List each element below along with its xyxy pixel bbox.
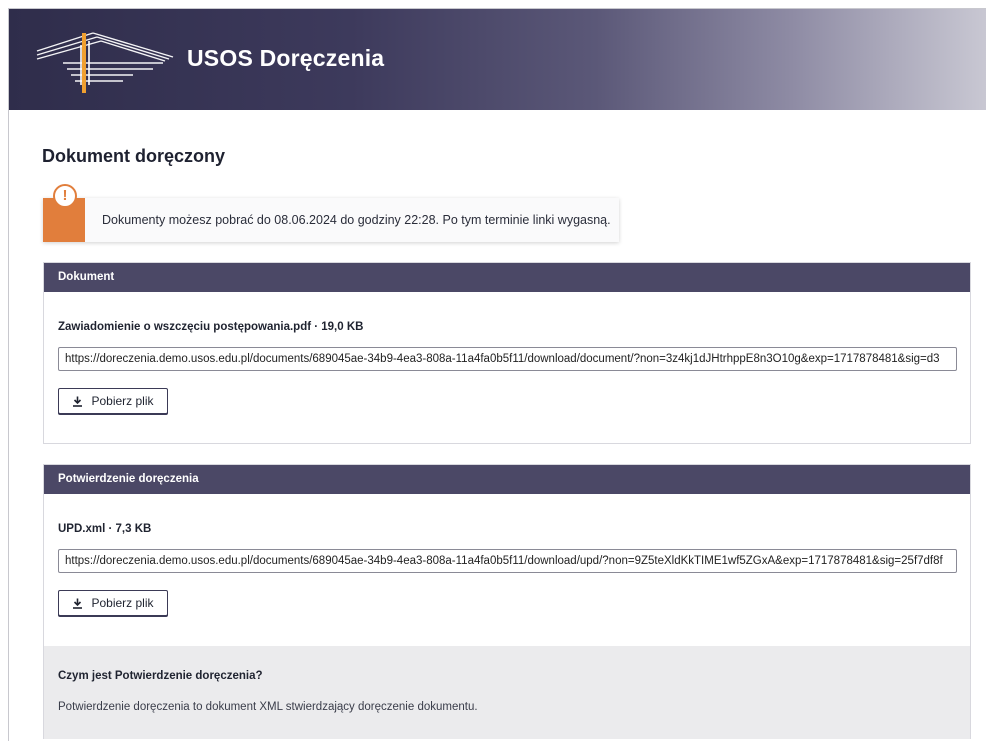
app-title: USOS Doręczenia	[187, 45, 385, 71]
usos-logo-icon	[36, 32, 174, 93]
confirmation-panel-heading: Potwierdzenie doręczenia	[44, 465, 970, 494]
exclamation-icon: !	[53, 184, 77, 208]
download-icon	[73, 396, 83, 407]
document-download-button[interactable]: Pobierz plik	[58, 388, 168, 414]
document-panel-heading: Dokument	[44, 263, 970, 292]
download-icon	[73, 598, 83, 609]
confirmation-download-button[interactable]: Pobierz plik	[58, 590, 168, 616]
confirmation-info-box: Czym jest Potwierdzenie doręczenia? Potw…	[44, 646, 970, 739]
info-text: Potwierdzenie doręczenia to dokument XML…	[58, 701, 478, 713]
document-file-label: Zawiadomienie o wszczęciu postępowania.p…	[58, 321, 364, 333]
confirmation-panel: Potwierdzenie doręczenia UPD.xml · 7,3 K…	[43, 464, 971, 739]
app-frame: USOS Doręczenia Dokument doręczony ! Dok…	[8, 8, 986, 741]
confirmation-download-label: Pobierz plik	[91, 596, 154, 610]
expiry-alert: ! Dokumenty możesz pobrać do 08.06.2024 …	[43, 184, 619, 242]
document-panel: Dokument Zawiadomienie o wszczęciu postę…	[43, 262, 971, 444]
page-title: Dokument doręczony	[42, 146, 226, 166]
confirmation-file-label: UPD.xml · 7,3 KB	[58, 523, 152, 535]
document-download-label: Pobierz plik	[91, 394, 154, 408]
alert-accent-bar: !	[43, 184, 85, 242]
confirmation-url-field[interactable]	[58, 549, 957, 573]
alert-text: Dokumenty możesz pobrać do 08.06.2024 do…	[102, 213, 611, 227]
info-title: Czym jest Potwierdzenie doręczenia?	[58, 670, 263, 682]
app-header: USOS Doręczenia	[9, 9, 986, 110]
document-url-field[interactable]	[58, 347, 957, 371]
